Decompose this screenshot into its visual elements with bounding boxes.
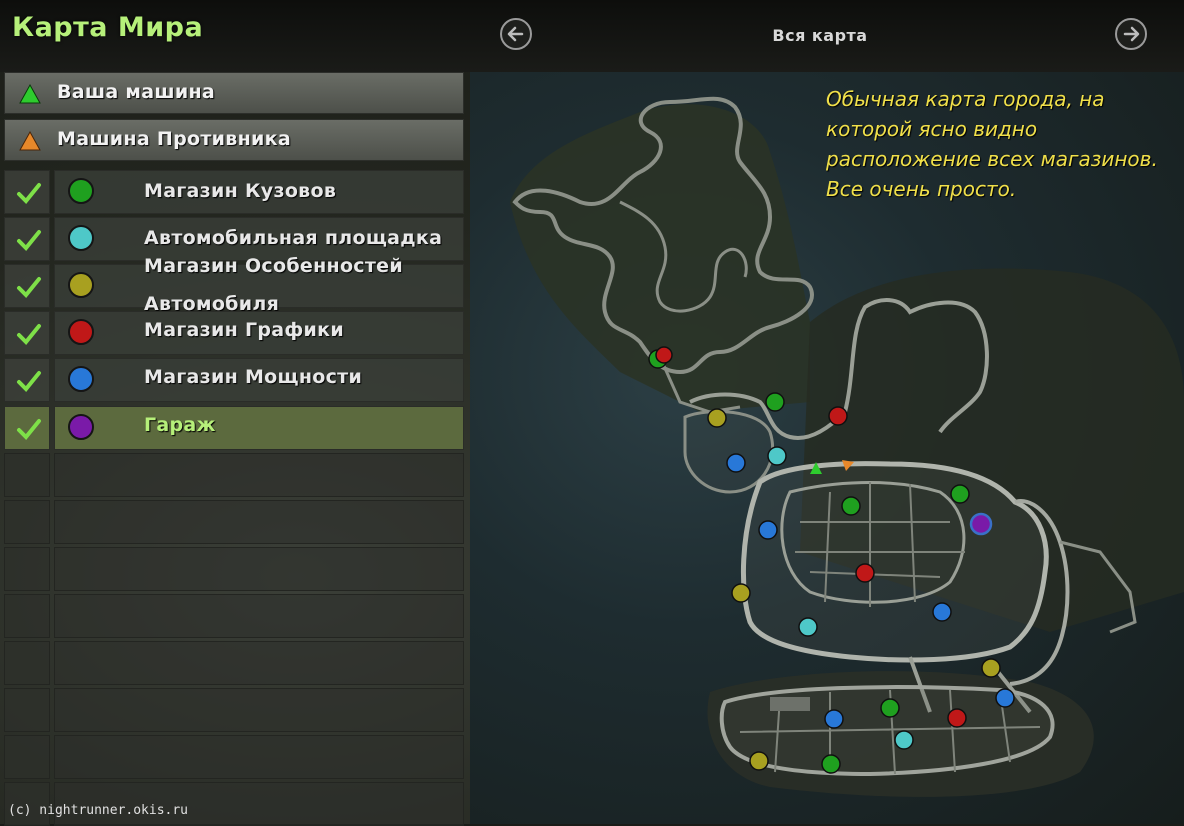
legend-player-car[interactable]: Ваша машина: [4, 72, 464, 114]
legend-empty-row: [4, 688, 464, 732]
caption-line: расположение всех магазинов.: [826, 147, 1158, 171]
legend-enemy-car-label: Машина Противника: [57, 128, 291, 150]
green-dot-icon: [68, 178, 94, 204]
legend-item-checkbox[interactable]: [4, 170, 50, 214]
page-title: Карта Мира: [12, 12, 204, 43]
arrow-left-icon: [507, 26, 524, 42]
map-caption: Обычная карта города, на которой ясно ви…: [826, 84, 1166, 204]
marker-body-shop: [765, 392, 785, 412]
next-map-button[interactable]: [1115, 18, 1147, 50]
marker-body-shop: [950, 484, 970, 504]
map-legend: Ваша машина Машина Противника Магазин Ку…: [0, 72, 468, 826]
legend-item-checkbox[interactable]: [4, 264, 50, 308]
marker-body-shop: [821, 754, 841, 774]
legend-player-car-label: Ваша машина: [57, 81, 216, 103]
marker-power-shop: [995, 688, 1015, 708]
marker-power-shop: [758, 520, 778, 540]
marker-specialty-shop: [707, 408, 727, 428]
legend-item-label: Магазин Особенностей: [144, 255, 403, 277]
legend-item-checkbox[interactable]: [4, 358, 50, 402]
legend-item-label: Магазин Мощности: [144, 366, 363, 388]
map-view-label: Вся карта: [772, 26, 868, 45]
marker-body-shop: [841, 496, 861, 516]
checkmark-icon: [17, 277, 41, 298]
marker-car-lot: [798, 617, 818, 637]
legend-item-label: Гараж: [144, 414, 216, 436]
legend-enemy-car[interactable]: Машина Противника: [4, 119, 464, 161]
legend-item-body: [54, 406, 464, 450]
legend-item-checkbox[interactable]: [4, 217, 50, 261]
arrow-right-icon: [1123, 26, 1140, 42]
credit-text: (c) nightrunner.okis.ru: [8, 803, 189, 818]
purple-dot-icon: [68, 414, 94, 440]
caption-line: Обычная карта города, на: [826, 87, 1105, 111]
top-bar: Карта Мира Вся карта: [0, 0, 1184, 72]
marker-body-shop: [880, 698, 900, 718]
marker-specialty-shop: [981, 658, 1001, 678]
legend-empty-row: [4, 594, 464, 638]
green-triangle-icon: [19, 84, 41, 104]
checkmark-icon: [17, 419, 41, 440]
legend-item-checkbox[interactable]: [4, 406, 50, 450]
prev-map-button[interactable]: [500, 18, 532, 50]
checkmark-icon: [17, 230, 41, 251]
yellow-dot-icon: [68, 272, 94, 298]
legend-item-body-shop[interactable]: Магазин Кузовов: [4, 170, 464, 214]
marker-graphics-shop: [828, 406, 848, 426]
legend-item-label: Магазин Графики: [144, 319, 344, 341]
legend-item-label: Автомобильная площадка: [144, 227, 443, 249]
caption-line: Все очень просто.: [826, 177, 1017, 201]
marker-graphics-shop: [855, 563, 875, 583]
legend-item-checkbox[interactable]: [4, 311, 50, 355]
marker-power-shop: [824, 709, 844, 729]
marker-specialty-shop: [731, 583, 751, 603]
checkmark-icon: [17, 183, 41, 204]
cyan-dot-icon: [68, 225, 94, 251]
marker-car-lot: [894, 730, 914, 750]
marker-power-shop: [932, 602, 952, 622]
marker-graphics-shop: [655, 346, 673, 364]
world-map[interactable]: Обычная карта города, на которой ясно ви…: [470, 72, 1184, 824]
legend-item-graphics-shop[interactable]: Магазин Графики: [4, 311, 464, 355]
marker-garage: [969, 512, 993, 536]
legend-empty-row: [4, 735, 464, 779]
blue-dot-icon: [68, 366, 94, 392]
legend-item-label: Магазин Кузовов: [144, 180, 337, 202]
building-south: [770, 697, 810, 711]
legend-empty-row: [4, 641, 464, 685]
legend-empty-row: [4, 547, 464, 591]
marker-car-lot: [767, 446, 787, 466]
checkmark-icon: [17, 371, 41, 392]
red-dot-icon: [68, 319, 94, 345]
orange-triangle-icon: [19, 131, 41, 151]
caption-line: которой ясно видно: [826, 117, 1038, 141]
legend-item-power-shop[interactable]: Магазин Мощности: [4, 358, 464, 402]
legend-empty-row: [4, 453, 464, 497]
marker-specialty-shop: [749, 751, 769, 771]
legend-empty-row: [4, 500, 464, 544]
legend-item-specialty-shop[interactable]: Магазин Особенностей Автомобиля: [4, 255, 464, 315]
marker-power-shop: [726, 453, 746, 473]
checkmark-icon: [17, 324, 41, 345]
marker-graphics-shop: [947, 708, 967, 728]
legend-item-garage[interactable]: Гараж: [4, 406, 464, 450]
